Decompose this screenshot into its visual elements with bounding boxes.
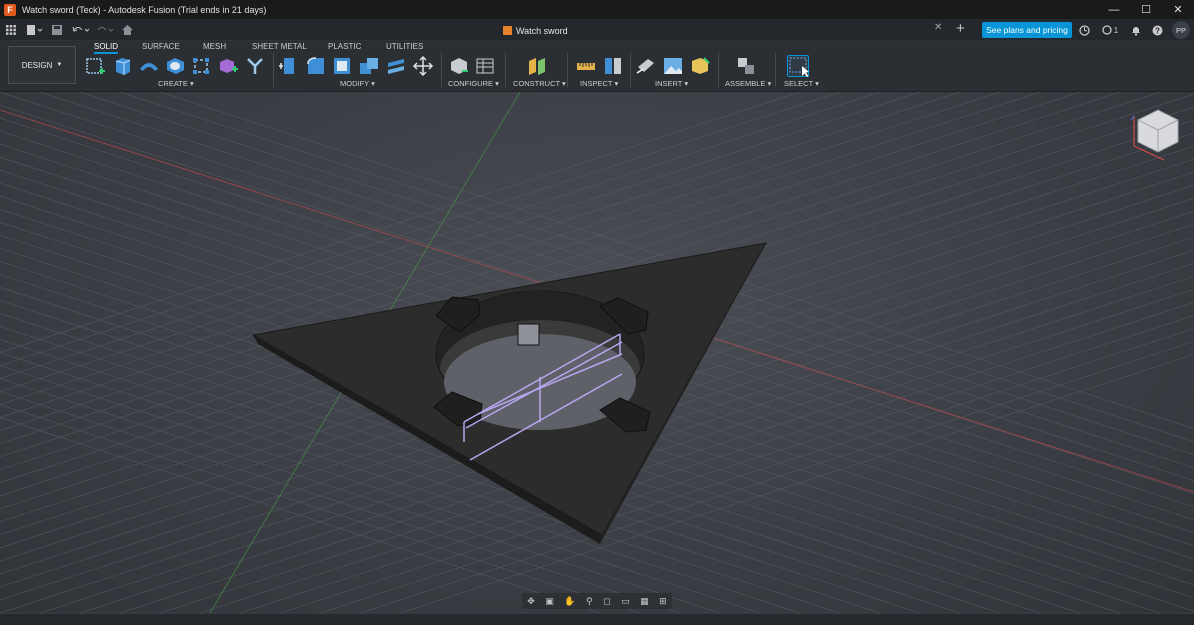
close-window-button[interactable]: ✕ (1162, 0, 1194, 19)
tab-plastic[interactable]: PLASTIC (328, 42, 361, 51)
new-tab-button[interactable]: + (956, 20, 965, 37)
orbit-icon[interactable]: ✥ (527, 596, 535, 607)
fit-icon[interactable]: ◻ (603, 596, 610, 607)
undo-icon[interactable] (70, 22, 92, 38)
tab-bar: Watch sword ✕ + See plans and pricing 1 … (0, 19, 1194, 41)
fusion-logo-icon: F (4, 3, 16, 16)
close-tab-icon[interactable]: ✕ (934, 22, 942, 33)
save-icon[interactable] (50, 22, 64, 38)
divider (567, 53, 568, 87)
tab-sheet-metal[interactable]: SHEET METAL (252, 42, 307, 51)
zoom-icon[interactable]: ⚲ (586, 596, 593, 607)
insert-menu[interactable]: INSERT ▾ (655, 79, 688, 88)
minimize-button[interactable]: — (1098, 0, 1130, 19)
configuration-table-icon[interactable] (474, 55, 496, 77)
move-icon[interactable] (412, 55, 434, 77)
select-label: SELECT (784, 79, 814, 88)
home-icon[interactable] (120, 22, 134, 38)
doc-tab-label: Watch sword (516, 25, 568, 36)
canvas-viewport[interactable] (0, 92, 1194, 613)
modify-label: MODIFY (340, 79, 370, 88)
section-analysis-icon[interactable] (602, 55, 624, 77)
insert-derive-icon[interactable] (635, 55, 657, 77)
revolve-icon[interactable] (138, 55, 160, 77)
workspace-switcher[interactable]: DESIGN ▼ (8, 46, 76, 84)
help-icon[interactable]: ? (1150, 22, 1164, 38)
chevron-down-icon: ▼ (56, 62, 63, 68)
ribbon-toolbar: DESIGN ▼ SOLID SURFACE MESH SHEET METAL … (0, 41, 1194, 92)
title-bar: F Watch sword (Teck) - Autodesk Fusion (… (0, 0, 1194, 19)
tab-surface[interactable]: SURFACE (142, 42, 180, 51)
notifications-icon[interactable] (1129, 22, 1143, 38)
measure-icon[interactable] (575, 55, 597, 77)
inspect-menu[interactable]: INSPECT ▾ (580, 79, 618, 88)
joint-icon[interactable] (735, 55, 757, 77)
create-label: CREATE (158, 79, 188, 88)
svg-text:?: ? (1155, 26, 1160, 35)
assemble-label: ASSEMBLE (725, 79, 766, 88)
tab-mesh[interactable]: MESH (203, 42, 226, 51)
fillet-icon[interactable] (305, 55, 327, 77)
divider (273, 53, 274, 87)
divider (505, 53, 506, 87)
insert-label: INSERT (655, 79, 683, 88)
form-icon[interactable] (244, 55, 266, 77)
pattern-icon[interactable] (190, 55, 212, 77)
offset-face-icon[interactable] (385, 55, 407, 77)
viewcube-icon[interactable] (1128, 102, 1188, 162)
pan-icon[interactable]: ✋ (564, 596, 575, 607)
user-avatar[interactable]: PP (1172, 21, 1190, 39)
tab-watch-sword[interactable]: Watch sword (503, 22, 568, 39)
assemble-menu[interactable]: ASSEMBLE ▾ (725, 79, 771, 88)
tab-solid[interactable]: SOLID (94, 42, 119, 54)
select-icon[interactable] (787, 55, 809, 77)
maximize-button[interactable]: ☐ (1130, 0, 1162, 19)
document-cube-icon (503, 26, 512, 35)
inspect-label: INSPECT (580, 79, 613, 88)
divider (630, 53, 631, 87)
plans-pricing-button[interactable]: See plans and pricing (982, 22, 1072, 38)
job-count: 1 (1113, 25, 1119, 35)
shell-icon[interactable] (331, 55, 353, 77)
timeline-bar[interactable] (0, 613, 1194, 625)
create-sketch-icon[interactable] (85, 55, 107, 77)
create-menu[interactable]: CREATE ▾ (158, 79, 194, 88)
configure-label: CONFIGURE (448, 79, 493, 88)
scene (0, 92, 1194, 613)
divider (441, 53, 442, 87)
viewports-icon[interactable]: ⊞ (659, 596, 667, 607)
modify-menu[interactable]: MODIFY ▾ (340, 79, 375, 88)
new-component-icon[interactable] (217, 55, 239, 77)
construct-menu[interactable]: CONSTRUCT ▾ (513, 79, 566, 88)
tab-utilities[interactable]: UTILITIES (386, 42, 423, 51)
workspace-label: DESIGN (21, 60, 53, 70)
divider (718, 53, 719, 87)
window-title: Watch sword (Teck) - Autodesk Fusion (Tr… (22, 4, 267, 15)
select-menu[interactable]: SELECT ▾ (784, 79, 819, 88)
configure-menu[interactable]: CONFIGURE ▾ (448, 79, 499, 88)
redo-icon[interactable] (94, 22, 116, 38)
combine-icon[interactable] (358, 55, 380, 77)
grid-icon[interactable] (4, 22, 18, 38)
configure-icon[interactable] (448, 55, 470, 77)
insert-canvas-icon[interactable] (662, 55, 684, 77)
insert-mcmaster-icon[interactable] (689, 55, 711, 77)
job-status-icon[interactable]: 1 (1099, 22, 1121, 38)
extensions-icon[interactable] (1077, 22, 1091, 38)
display-settings-icon[interactable]: ▭ (621, 596, 630, 607)
offset-plane-icon[interactable] (526, 55, 548, 77)
divider (775, 53, 776, 87)
look-at-icon[interactable]: ▣ (545, 596, 554, 607)
construct-label: CONSTRUCT (513, 79, 560, 88)
grid-settings-icon[interactable]: ▦ (640, 596, 649, 607)
hole-icon[interactable] (164, 55, 186, 77)
navigation-bar: ✥ ▣ ✋ ⚲ ◻ ▭ ▦ ⊞ (522, 593, 672, 609)
extrude-icon[interactable] (112, 55, 134, 77)
press-pull-icon[interactable] (278, 55, 300, 77)
file-icon[interactable] (26, 22, 44, 38)
